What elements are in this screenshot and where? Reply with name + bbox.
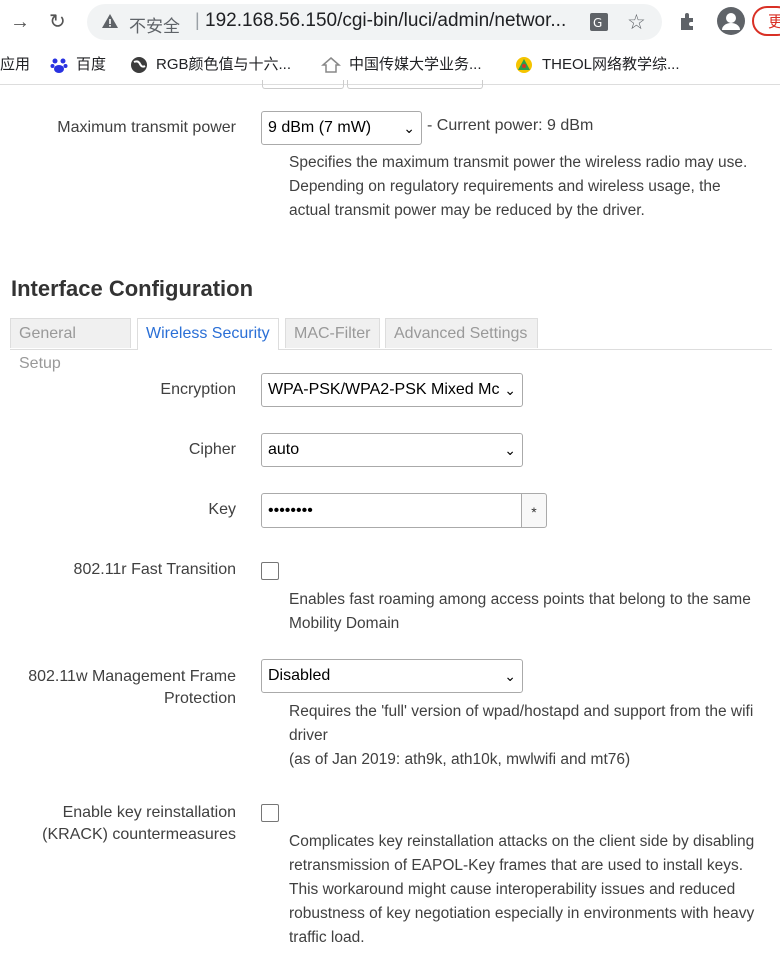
extensions-icon[interactable] — [677, 10, 699, 32]
mfp-help-line1: Requires the 'full' version of wpad/host… — [289, 703, 754, 744]
fast-transition-help: Enables fast roaming among access points… — [289, 591, 751, 632]
person-icon — [722, 13, 740, 30]
bookmark-star-icon[interactable]: ☆ — [627, 10, 646, 35]
clipped-button-1[interactable] — [262, 80, 344, 89]
bookmark-label: THEOL网络教学综... — [542, 56, 680, 73]
bookmark-baidu[interactable]: 百度 — [50, 53, 106, 74]
key-value: •••••••• — [268, 502, 313, 519]
cipher-value: auto — [268, 441, 300, 458]
cipher-select[interactable]: auto ⌄ — [261, 433, 523, 467]
tab-wireless-security[interactable]: Wireless Security — [137, 318, 279, 350]
mfp-help-line2: (as of Jan 2019: ath9k, ath10k, mwlwifi … — [289, 751, 631, 768]
mfp-label-line2: Protection — [163, 690, 236, 707]
bookmark-theol[interactable]: THEOL网络教学综... — [514, 53, 680, 74]
mfp-help: Requires the 'full' version of wpad/host… — [289, 700, 759, 772]
current-power-text: - Current power: 9 dBm — [427, 117, 594, 134]
home-icon — [321, 57, 341, 73]
reveal-key-button[interactable]: * — [521, 493, 547, 528]
krack-label: Enable key reinstallation (KRACK) counte… — [42, 802, 236, 846]
update-button[interactable]: 更 — [752, 6, 780, 36]
krack-checkbox[interactable] — [261, 804, 279, 822]
address-bar[interactable]: 不安全 | 192.168.56.150/cgi-bin/luci/admin/… — [87, 4, 662, 40]
forward-icon[interactable]: → — [10, 10, 30, 34]
url-text[interactable]: 192.168.56.150/cgi-bin/luci/admin/networ… — [205, 10, 575, 32]
krack-label-line2: (KRACK) countermeasures — [42, 826, 236, 843]
encryption-value: WPA-PSK/WPA2-PSK Mixed Mc — [268, 381, 500, 398]
tab-general-setup[interactable]: General Setup — [10, 318, 131, 372]
cipher-label: Cipher — [188, 441, 236, 458]
address-separator: | — [195, 10, 200, 30]
globe-icon — [131, 57, 147, 74]
encryption-select[interactable]: WPA-PSK/WPA2-PSK Mixed Mc ⌄ — [261, 373, 523, 407]
key-label: Key — [208, 501, 236, 518]
bookmark-label: 百度 — [76, 56, 107, 73]
key-input[interactable]: •••••••• — [261, 493, 522, 528]
bookmark-apps[interactable]: 应用 — [0, 53, 30, 74]
fast-transition-checkbox[interactable] — [261, 562, 279, 580]
browser-toolbar: → ↻ 不安全 | 192.168.56.150/cgi-bin/luci/ad… — [0, 0, 780, 44]
mfp-value: Disabled — [268, 667, 331, 684]
chevron-down-icon: ⌄ — [504, 668, 516, 684]
krack-help: Complicates key reinstallation attacks o… — [289, 833, 755, 946]
chevron-down-icon: ⌄ — [502, 374, 516, 406]
fast-transition-label: 802.11r Fast Transition — [73, 561, 236, 578]
section-title: Interface Configuration — [11, 276, 254, 301]
tab-mac-filter[interactable]: MAC-Filter — [285, 318, 380, 348]
warning-icon — [102, 14, 118, 28]
mfp-select[interactable]: Disabled ⌄ — [261, 659, 523, 693]
txpower-value: 9 dBm (7 mW) — [268, 119, 372, 136]
chevron-down-icon: ⌄ — [504, 442, 516, 458]
bookmark-label: 应用 — [0, 56, 31, 73]
bookmark-label: RGB颜色值与十六... — [156, 56, 292, 73]
insecure-label: 不安全 — [129, 17, 180, 36]
bookmark-rgb[interactable]: RGB颜色值与十六... — [130, 53, 291, 74]
tab-advanced-settings[interactable]: Advanced Settings — [385, 318, 538, 348]
bookmark-label: 中国传媒大学业务... — [349, 56, 482, 73]
translate-icon[interactable]: G — [589, 12, 609, 32]
txpower-help: Specifies the maximum transmit power the… — [289, 154, 748, 219]
tab-bar: General Setup Wireless Security MAC-Filt… — [10, 318, 772, 372]
theol-icon — [516, 57, 532, 74]
txpower-select[interactable]: 9 dBm (7 mW) ⌄ — [261, 111, 422, 145]
txpower-label: Maximum transmit power — [57, 119, 236, 136]
mfp-label: 802.11w Management Frame Protection — [28, 666, 236, 710]
bookmark-cuc[interactable]: 中国传媒大学业务... — [321, 53, 482, 74]
chevron-down-icon: ⌄ — [403, 120, 415, 136]
bookmarks-bar: 应用 百度 RGB颜色值与十六... 中国传媒大学业务... THEOL网络教学… — [0, 44, 780, 85]
clipped-button-2[interactable] — [347, 80, 483, 89]
profile-avatar[interactable] — [717, 7, 745, 35]
encryption-label: Encryption — [160, 381, 236, 398]
krack-label-line1: Enable key reinstallation — [62, 804, 236, 821]
baidu-icon — [50, 58, 68, 74]
svg-text:G: G — [593, 16, 602, 30]
reload-icon[interactable]: ↻ — [49, 10, 66, 34]
mfp-label-line1: 802.11w Management Frame — [28, 668, 236, 685]
